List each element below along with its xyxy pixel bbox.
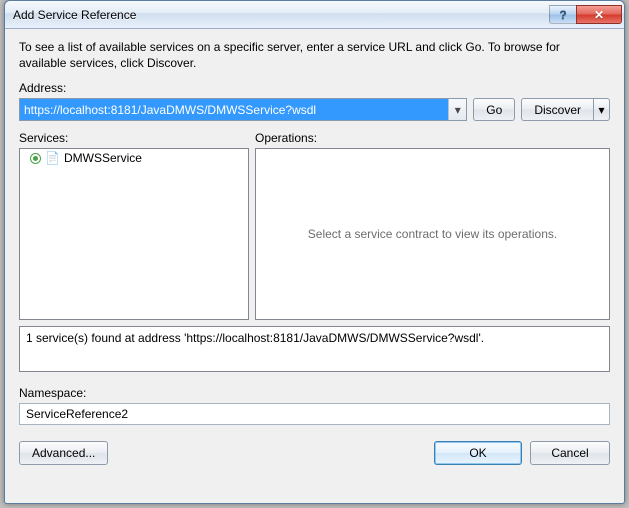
address-dropdown-arrow[interactable]: ▾ <box>448 99 466 120</box>
chevron-down-icon: ▾ <box>455 103 461 117</box>
address-combo[interactable]: ▾ <box>19 98 467 121</box>
service-tree-item[interactable]: 📄 DMWSService <box>20 149 248 167</box>
discover-button[interactable]: Discover <box>521 98 594 121</box>
service-status-icon <box>30 153 41 164</box>
namespace-input[interactable] <box>19 403 610 425</box>
address-input[interactable] <box>20 99 448 120</box>
chevron-down-icon: ▾ <box>598 103 604 117</box>
operations-placeholder: Select a service contract to view its op… <box>256 149 609 319</box>
help-button[interactable]: ? <box>549 5 577 24</box>
help-icon: ? <box>559 8 566 22</box>
wsdl-file-icon: 📄 <box>45 152 60 164</box>
status-text: 1 service(s) found at address 'https://l… <box>26 331 484 345</box>
advanced-button[interactable]: Advanced... <box>19 441 108 465</box>
operations-label: Operations: <box>255 131 610 145</box>
namespace-label: Namespace: <box>19 386 610 400</box>
window-title: Add Service Reference <box>13 8 550 22</box>
discover-dropdown-button[interactable]: ▾ <box>594 98 610 121</box>
close-button[interactable]: ✕ <box>576 5 622 24</box>
services-tree[interactable]: 📄 DMWSService <box>19 148 249 320</box>
titlebar[interactable]: Add Service Reference ? ✕ <box>5 1 624 29</box>
address-label: Address: <box>19 81 610 95</box>
service-name: DMWSService <box>64 151 142 165</box>
discover-split-button: Discover ▾ <box>521 98 610 121</box>
dialog-content: To see a list of available services on a… <box>5 29 624 503</box>
operations-list[interactable]: Select a service contract to view its op… <box>255 148 610 320</box>
dialog-window: Add Service Reference ? ✕ To see a list … <box>4 0 625 504</box>
intro-text: To see a list of available services on a… <box>19 39 610 71</box>
services-label: Services: <box>19 131 249 145</box>
close-icon: ✕ <box>594 8 604 22</box>
window-controls: ? ✕ <box>550 5 622 24</box>
cancel-button[interactable]: Cancel <box>530 441 610 465</box>
ok-button[interactable]: OK <box>434 441 522 465</box>
go-button[interactable]: Go <box>473 98 515 121</box>
status-box: 1 service(s) found at address 'https://l… <box>19 326 610 372</box>
